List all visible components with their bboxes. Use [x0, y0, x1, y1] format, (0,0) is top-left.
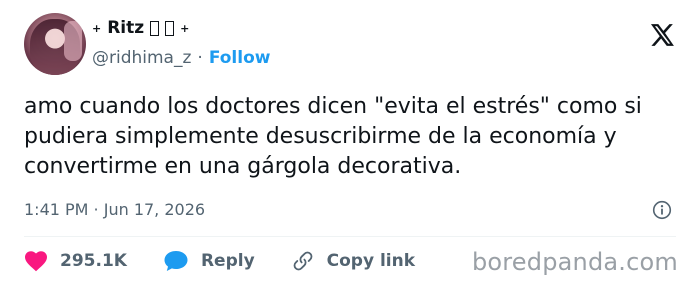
separator: ·: [197, 48, 203, 68]
tweet-text: amo cuando los doctores dicen "evita el …: [24, 94, 642, 179]
author-handle-row: @ridhima_z · Follow: [92, 48, 270, 68]
sparkle-icon: +: [180, 21, 190, 35]
emoji-placeholder-icon: [165, 20, 175, 36]
tweet-actions: 295.1K Reply Copy link: [24, 248, 451, 274]
watermark: boredpanda.com: [471, 248, 678, 276]
like-button[interactable]: 295.1K: [24, 250, 127, 272]
reply-label: Reply: [200, 251, 255, 271]
reply-bubble-icon: [164, 251, 188, 271]
follow-button[interactable]: Follow: [209, 48, 271, 68]
emoji-placeholder-icon: [150, 20, 160, 36]
avatar[interactable]: [24, 13, 86, 75]
divider: [24, 236, 676, 237]
x-logo-icon[interactable]: [648, 22, 676, 48]
author-handle[interactable]: @ridhima_z: [92, 48, 191, 68]
avatar-photo-light: [64, 21, 82, 61]
reply-button[interactable]: Reply: [163, 250, 255, 272]
copy-link-label: Copy link: [326, 251, 416, 271]
link-icon: [293, 251, 313, 271]
tweet-timestamp[interactable]: 1:41 PM · Jun 17, 2026: [24, 200, 205, 219]
sparkle-icon: +: [92, 21, 102, 35]
info-icon[interactable]: [652, 200, 672, 220]
author-display-name[interactable]: Ritz: [107, 18, 144, 38]
copy-link-button[interactable]: Copy link: [291, 249, 415, 273]
heart-icon: [25, 251, 47, 272]
like-count: 295.1K: [60, 251, 127, 271]
author-name-row: + Ritz +: [92, 16, 189, 40]
